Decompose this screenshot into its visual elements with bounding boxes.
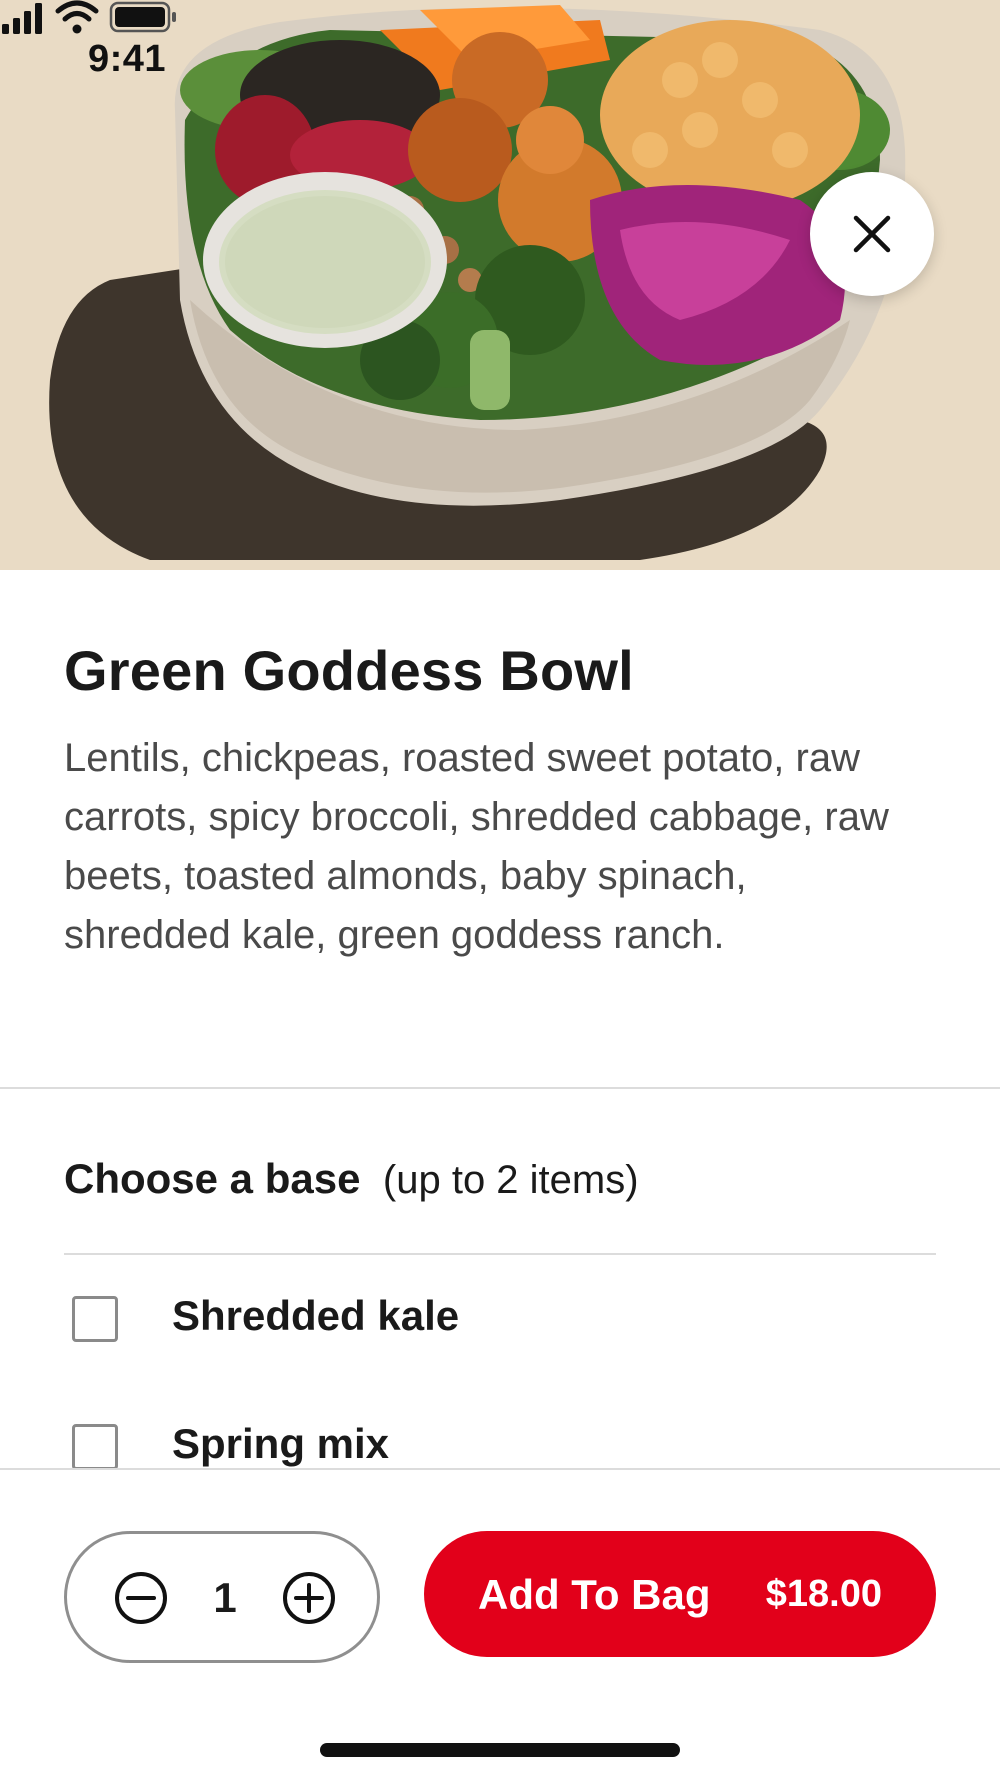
battery-icon xyxy=(109,1,176,33)
status-bar: 9:41 xyxy=(0,0,1000,120)
options-divider xyxy=(64,1253,936,1255)
section-divider xyxy=(0,1087,1000,1089)
option-shredded-kale[interactable]: Shredded kale xyxy=(64,1270,936,1362)
base-options-list: Shredded kale Spring mix xyxy=(64,1270,936,1468)
status-icons xyxy=(2,0,176,34)
checkbox[interactable] xyxy=(72,1296,118,1342)
add-to-bag-label: Add To Bag xyxy=(478,1571,711,1618)
checkbox[interactable] xyxy=(72,1424,118,1468)
price-label: $18.00 xyxy=(765,1573,882,1615)
wifi-icon xyxy=(55,0,99,34)
option-spring-mix[interactable]: Spring mix xyxy=(64,1398,936,1468)
cellular-signal-icon xyxy=(2,3,42,34)
minus-circle-icon[interactable] xyxy=(113,1570,169,1626)
plus-circle-icon[interactable] xyxy=(281,1570,337,1626)
hero-image: 9:41 xyxy=(0,0,1000,570)
status-time: 9:41 xyxy=(88,38,167,80)
option-label: Shredded kale xyxy=(172,1292,460,1339)
add-to-bag-button[interactable]: Add To Bag $18.00 xyxy=(424,1531,936,1657)
base-section-title: Choose a base xyxy=(64,1155,361,1202)
home-indicator[interactable] xyxy=(320,1743,680,1757)
close-icon xyxy=(853,215,891,253)
base-section-note: (up to 2 items) xyxy=(382,1158,639,1202)
base-section-header: Choose a base (up to 2 items) xyxy=(64,1155,639,1205)
quantity-stepper: 1 xyxy=(64,1531,380,1663)
quantity-value: 1 xyxy=(213,1574,237,1621)
option-label: Spring mix xyxy=(172,1420,390,1467)
product-description: Lentils, chickpeas, roasted sweet potato… xyxy=(64,736,889,957)
product-title: Green Goddess Bowl xyxy=(64,639,634,702)
close-button[interactable] xyxy=(810,172,934,296)
